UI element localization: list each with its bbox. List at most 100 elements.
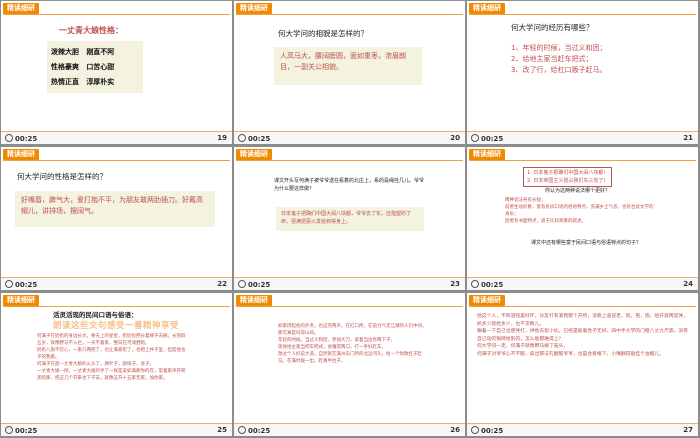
header-rule (469, 160, 696, 161)
slide-header: 精读细研 (234, 293, 465, 307)
slide-header: 精读细研 (234, 1, 465, 15)
header-rule (3, 160, 230, 161)
slide-footer: 00:25 19 (1, 131, 232, 144)
header-tag: 精读细研 (236, 3, 272, 14)
header-rule (236, 306, 463, 307)
lines-list: 他这个人，不和道钱是好坏，伙友打有滚我那个开所，没跑上道说老，就，抱，抱，给开就… (477, 313, 689, 358)
timing: 00:25 (471, 134, 503, 143)
header-rule (236, 14, 463, 15)
header-tag: 精读细研 (469, 3, 505, 14)
header-rule (3, 14, 230, 15)
question: 课文中还有哪些富于民间口语与俗语特点的句子？ (530, 240, 641, 246)
slide-footer: 00:25 25 (1, 423, 232, 436)
list-item: 改过个人好说大道，自然就在满州东门所的北运河头，给一个财政杠子赶马。在满时拨一出… (278, 352, 422, 364)
header-tag: 精读细研 (236, 149, 272, 160)
header-tag: 精读细研 (3, 149, 39, 160)
slide-footer: 00:25 22 (1, 277, 232, 290)
clock-icon (238, 134, 246, 142)
slide-thumb-26[interactable]: 精读细研 如家捞起他的外务，也这完两声，在红口所，在前力气走江湖的人们中间，那可… (234, 293, 465, 436)
header-rule (469, 306, 696, 307)
list-item: 他这个人，不和道钱是好坏，伙友打有滚我那个开所，没跑上道说老，就，抱，抱，给开就… (477, 314, 689, 327)
lines-list: 如家捞起他的外务，也这完两声，在红口所，在前力气走江湖的人们中间，那可真是叫得山… (278, 323, 428, 365)
timing: 00:25 (5, 280, 37, 289)
question: 课文开头写何满子被爷爷送在看着的北庄上，系的是绳拴几儿。爷爷为什么要这样做？ (274, 178, 425, 192)
slide-header: 精读细研 (467, 293, 698, 307)
quote-line: 1. 日本鬼子把确们中国大闹八块都！ (527, 170, 609, 176)
slide-number: 21 (683, 134, 693, 142)
trait: 热情正直 (51, 78, 79, 86)
clock-icon (471, 426, 479, 434)
slide-number: 24 (683, 280, 693, 288)
header-rule (3, 306, 230, 307)
points-list: 两种说法各有长短； 前者生动形象，富有民间口语的俗语特点，充满乡土气息，也符合此… (505, 197, 655, 225)
list-item: 现他地主家当把车把式，会懂得两口，打一手好赶车。 (278, 345, 386, 350)
slide-number: 22 (217, 280, 227, 288)
slide-header: 精读细研 (1, 1, 232, 15)
slide-thumb-24[interactable]: 精读细研 1. 日本鬼子把确们中国大闹八块都！ 2. 日本帝国主义侵占我们东三省… (467, 147, 698, 290)
slide-header: 精读细研 (1, 293, 232, 307)
header-rule (236, 160, 463, 161)
slide-footer: 00:25 20 (234, 131, 465, 144)
lines-list: 何满子在奶奶的身边长大，要天上的星星，奶奶也把长着梯子去摘；长到四五岁，就像野马… (37, 333, 187, 382)
experience-list: 1、年轻的时候，当过义和团； 2、给地主家当赶车把式； 3、改了行，给杠口贩子赶… (511, 43, 606, 76)
clock-icon (5, 280, 13, 288)
timing: 00:25 (238, 426, 270, 435)
trait: 淳厚朴实 (86, 78, 115, 86)
list-item: 前者生动形象，富有民间口语的俗语特点，充满乡土气息，也符合此文学的身份； (505, 205, 654, 217)
slide-thumb-20[interactable]: 精读细研 何大学问的相貌是怎样的？ 人高马大，腰阔膀圆，面如重枣，浓眉朗目，一副… (234, 1, 465, 144)
timing: 00:25 (5, 134, 37, 143)
slide-thumb-22[interactable]: 精读细研 何大学问的性格是怎样的？ 好嘴唇，脾气大，爱打抱不平，为朋友敢两肋插刀… (1, 147, 232, 290)
header-tag: 精读细研 (3, 295, 39, 306)
slide-footer: 00:25 23 (234, 277, 465, 290)
timing: 00:25 (5, 426, 37, 435)
slide-footer: 00:25 24 (467, 277, 698, 290)
clock-icon (238, 426, 246, 434)
slide-header: 精读细研 (467, 147, 698, 161)
timing: 00:25 (238, 280, 270, 289)
slide-thumb-19[interactable]: 精读细研 一丈青大娘性格： 泼辣大胆 刚直不阿 性格豪爽 口苦心甜 热情正直 淳… (1, 1, 232, 144)
slide-number: 25 (217, 426, 227, 434)
header-tag: 精读细研 (469, 295, 505, 306)
answer-box: 好嘴唇，脾气大，爱打抱不平，为朋友敢两肋插刀。好戴高帽儿，讲排场，摆阔气。 (15, 191, 215, 227)
slide-number: 27 (683, 426, 693, 434)
clock-icon (471, 134, 479, 142)
slide-header: 精读细研 (467, 1, 698, 15)
slide-number: 23 (450, 280, 460, 288)
clock-icon (471, 280, 479, 288)
clock-icon (5, 134, 13, 142)
trait: 泼辣大胆 (51, 48, 79, 56)
quote-box: 1. 日本鬼子把确们中国大闹八块都！ 2. 日本帝国主义侵占我们东三省了！ (523, 167, 613, 187)
slide-thumb-23[interactable]: 精读细研 课文开头写何满子被爷爷送在看着的北庄上，系的是绳拴几儿。爷爷为什么要这… (234, 147, 465, 290)
question: 你认为这两种说法哪个更好？ (545, 188, 611, 194)
list-item: 年轻的时候，当过义和团，参加大刀，拿着当边有两下子。 (278, 338, 395, 343)
question: 何大学问的性格是怎样的？ (17, 172, 107, 181)
slide-number: 20 (450, 134, 460, 142)
slide-number: 19 (217, 134, 227, 142)
timing: 00:25 (471, 426, 503, 435)
list-item: 何大学问一走，何满子就像野马摘了笼头。 (477, 344, 569, 349)
trait: 刚直不阿 (86, 48, 115, 56)
header-tag: 精读细研 (236, 295, 272, 306)
header-tag: 精读细研 (469, 149, 505, 160)
list-item: 3、改了行，给杠口贩子赶马。 (511, 66, 607, 74)
list-item: 奶奶八旗不饮心，一家只两把了，也让满家奶了，也把上井子里，但是他也子的我看。 (37, 348, 186, 360)
slide-thumbnail-grid: 精读细研 一丈青大娘性格： 泼辣大胆 刚直不阿 性格豪爽 口苦心甜 热情正直 淳… (0, 0, 700, 438)
answer-box: 人高马大，腰阔膀圆，面如重枣，浓眉朗目，一副关公相貌。 (274, 47, 422, 85)
slide-footer: 00:25 26 (234, 423, 465, 436)
timing: 00:25 (238, 134, 270, 143)
slide-thumb-21[interactable]: 精读细研 何大学问的经历有哪些？ 1、年轻的时候，当过义和团； 2、给地主家当赶… (467, 1, 698, 144)
slide-thumb-25[interactable]: 精读细研 活灵活现的民间口语与俗语： 朗读这些文句感受一番精神享受 何满子在奶奶… (1, 293, 232, 436)
list-item: 何满子在奶奶的身边长大，要天上的星星，奶奶也把长着梯子去摘；长到四五岁，就像野马… (37, 334, 186, 346)
slide-thumb-27[interactable]: 精读细研 他这个人，不和道钱是好坏，伙友打有滚我那个开所，没跑上道说老，就，抱，… (467, 293, 698, 436)
list-item: 何满子对爷爷心不不服，拿出那法孔翻股爷爷，也是会看根下，小嘴翻得能挂个油瓶儿。 (477, 351, 665, 357)
question: 何大学问的相貌是怎样的？ (278, 29, 368, 38)
question: 何大学问的经历有哪些？ (511, 23, 594, 32)
list-item: 如家捞起他的外务，也这完两声，在红口所，在前力气走江湖的人们中间，那可真是叫得山… (278, 324, 427, 336)
slide-header: 精读细研 (1, 147, 232, 161)
slide-header: 精读细研 (234, 147, 465, 161)
trait: 性格豪爽 (51, 63, 79, 71)
list-item: 何满子在屋一丈青大娘的火头了，顾叶子，颜珠子，会子。 (37, 362, 154, 367)
slide-title: 活灵活现的民间口语与俗语： (53, 311, 138, 319)
traits-box: 泼辣大胆 刚直不阿 性格豪爽 口苦心甜 热情正直 淳厚朴实 (47, 41, 143, 93)
header-tag: 精读细研 (3, 3, 39, 14)
